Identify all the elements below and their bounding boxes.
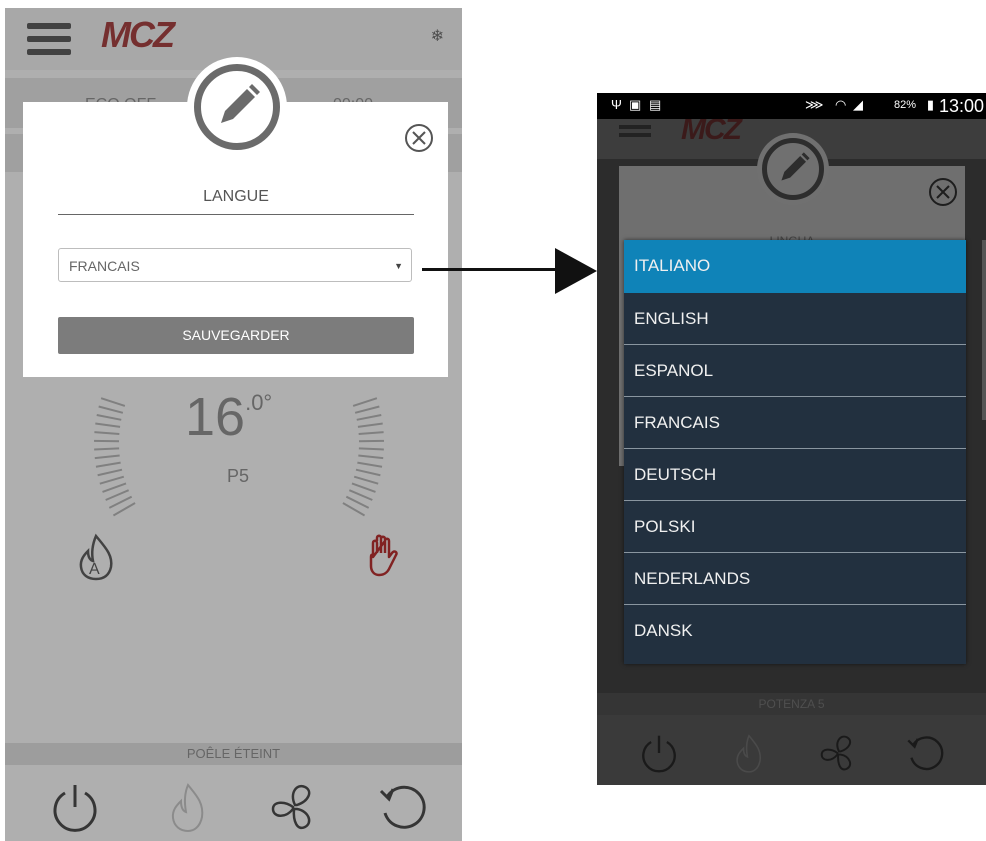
battery-icon: ▮ [926,97,934,112]
pencil-icon [221,84,260,123]
phone-flame-icon[interactable] [727,731,771,775]
notification-icon: ▤ [649,97,662,112]
mute-icon: ⋙ [805,97,824,112]
dropdown-item-espanol[interactable]: ESPANOL [624,345,966,397]
pencil-badge [187,57,287,157]
dropdown-item-italiano[interactable]: ITALIANO [624,240,966,293]
phone-pencil-badge [757,133,829,205]
signal-icon: ◢ [853,97,863,112]
phone-pencil-ring [762,138,824,200]
wifi-icon: ◠ [835,97,847,112]
arrow-connector [422,268,557,271]
clock: 13:00 [938,96,984,116]
arrow-head [555,248,597,294]
android-status-bar: Ψ ▣ ▤ ⋙ ◠ ◢ 82% ▮ 13:00 [597,93,986,119]
dropdown-item-deutsch[interactable]: DEUTSCH [624,449,966,501]
language-select-value: FRANCAIS [69,258,140,274]
dropdown-item-francais[interactable]: FRANCAIS [624,397,966,449]
usb-icon: Ψ [611,97,622,112]
phone-menu-icon[interactable] [619,121,651,141]
pencil-badge-ring [194,64,280,150]
phone-power-icon[interactable] [637,731,681,775]
dropdown-item-dansk[interactable]: DANSK [624,605,966,657]
phone-status-text: POTENZA 5 [597,693,986,715]
phone-bottom-area: POTENZA 5 [597,693,986,785]
chevron-down-icon: ▼ [394,261,403,271]
close-icon[interactable] [403,122,435,154]
scrollbar[interactable] [982,240,986,420]
phone-screen: MCZ Ψ ▣ ▤ ⋙ ◠ ◢ 82% ▮ 13:00 LINGUA ITALI… [597,93,986,785]
language-dropdown: ITALIANO ENGLISH ESPANOL FRANCAIS DEUTSC… [624,240,966,664]
battery-percent: 82% [893,99,916,111]
phone-close-icon[interactable] [927,176,959,208]
dropdown-item-nederlands[interactable]: NEDERLANDS [624,553,966,605]
dropdown-item-polski[interactable]: POLSKI [624,501,966,553]
phone-pencil-icon [781,152,810,181]
save-button[interactable]: SAUVEGARDER [58,317,414,354]
phone-fan-icon[interactable] [817,731,861,775]
dropdown-item-english[interactable]: ENGLISH [624,293,966,345]
dialog-title: LANGUE [58,188,414,215]
image-icon: ▣ [629,97,642,112]
language-select[interactable]: FRANCAIS ▼ [58,248,412,282]
phone-refresh-icon[interactable] [902,731,946,775]
